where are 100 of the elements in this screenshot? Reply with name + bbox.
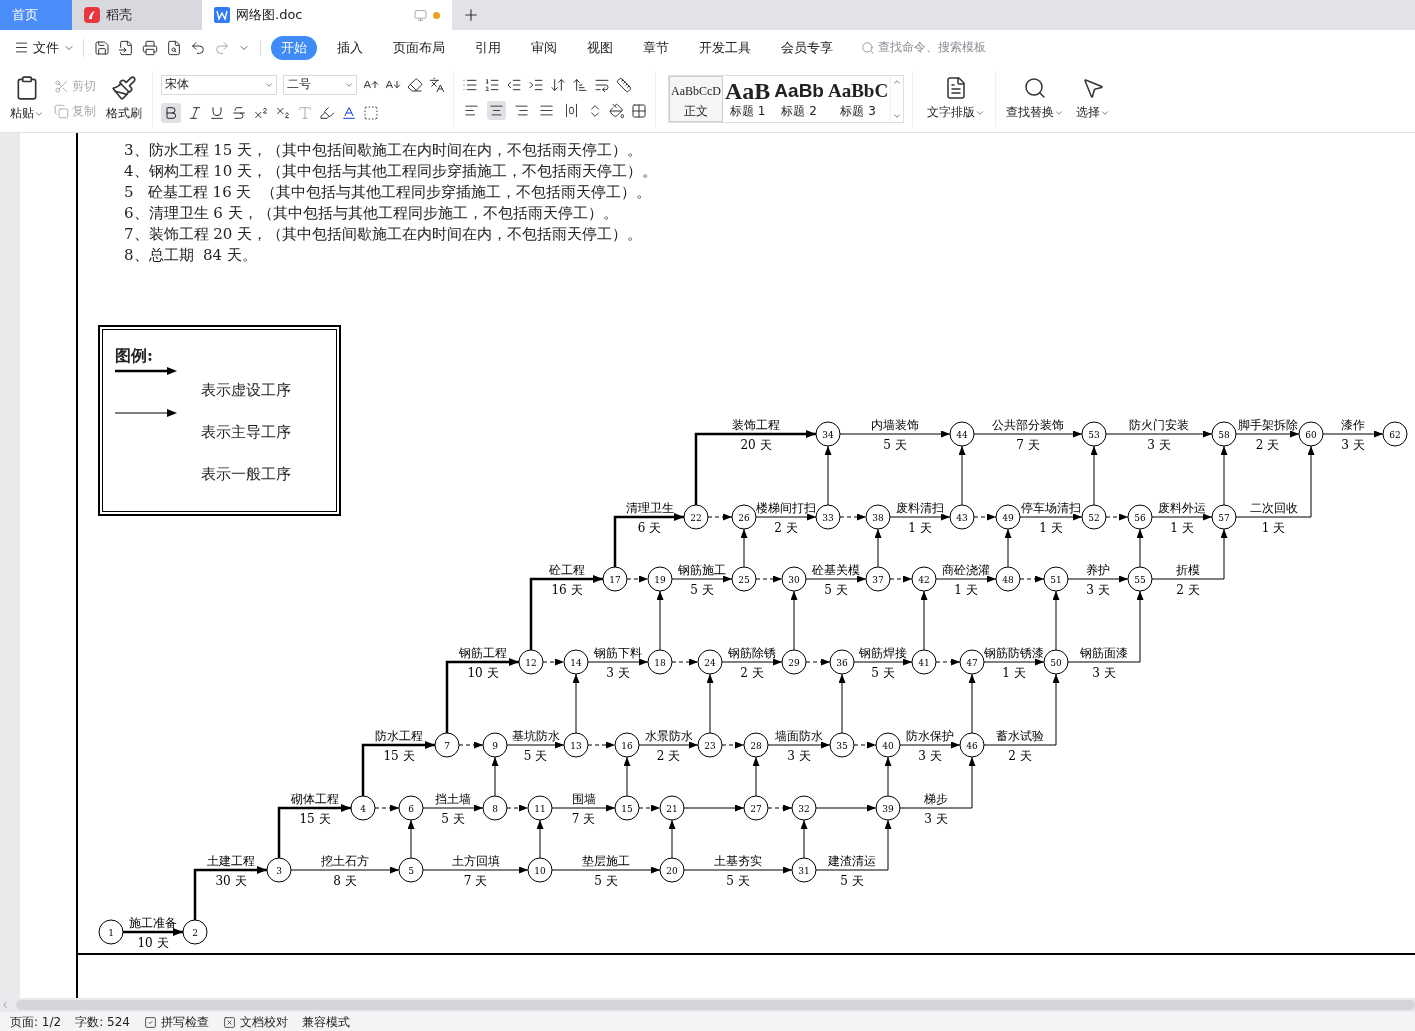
spell-check-button[interactable]: 拼写检查 xyxy=(143,1013,209,1031)
cross-box-icon[interactable] xyxy=(222,1015,236,1029)
event-node: 60 xyxy=(1298,421,1324,447)
arrow xyxy=(656,590,664,651)
ribbon-tab[interactable]: 章节 xyxy=(633,35,679,60)
dashed-arrow xyxy=(755,575,783,583)
event-node: 52 xyxy=(1081,504,1107,530)
preview-icon[interactable] xyxy=(166,39,182,56)
document-line: 6、清理卫生 6 天，（其中包括与其他工程同步施工，不包括雨天停工）。 xyxy=(124,203,619,224)
save-icon[interactable] xyxy=(94,39,110,56)
indent-icon[interactable] xyxy=(528,77,544,93)
ruler-icon[interactable] xyxy=(616,77,632,93)
duration-label: 5 天 xyxy=(726,874,750,888)
legend-label: 表示虚设工序 xyxy=(201,381,291,400)
event-node: 35 xyxy=(829,732,855,758)
document-tab[interactable]: 稻壳 xyxy=(72,0,202,30)
document-tab[interactable]: 网络图.doc xyxy=(202,0,452,30)
arrow xyxy=(491,756,499,797)
bullet-list-icon[interactable] xyxy=(462,77,478,93)
activity-label: 水景防水 xyxy=(644,729,693,743)
select-button[interactable]: 选择 xyxy=(1074,76,1113,121)
menu-icon[interactable] xyxy=(14,40,29,55)
ribbon-tab[interactable]: 引用 xyxy=(465,35,511,60)
event-node: 28 xyxy=(743,732,769,758)
event-node: 17 xyxy=(602,566,628,592)
dashed-arrow xyxy=(1019,575,1045,583)
font-color-icon[interactable] xyxy=(341,104,357,121)
arrow xyxy=(805,575,867,583)
text-layout-button[interactable]: 文字排版 xyxy=(925,76,988,121)
activity-label: 钢筋工程 xyxy=(459,646,507,660)
find-replace-button[interactable]: 查找替换 xyxy=(1004,76,1067,121)
activity-label: 蓄水试验 xyxy=(996,729,1044,743)
ribbon-tab[interactable]: 开发工具 xyxy=(689,35,761,60)
event-node: 37 xyxy=(865,566,891,592)
proofread-button[interactable]: 文档校对 xyxy=(222,1013,288,1031)
event-node: 58 xyxy=(1211,421,1237,447)
borders-icon[interactable] xyxy=(631,102,647,119)
duration-label: 1 天 xyxy=(1261,521,1286,535)
font-size-select[interactable]: 二号 xyxy=(283,74,357,95)
cursor-icon[interactable] xyxy=(1081,76,1106,100)
document-line: 3、防水工程 15 天，（其中包括间歇施工在内时间在内，不包括雨天停工）。 xyxy=(124,140,644,161)
italic-icon[interactable] xyxy=(187,104,203,121)
dashed-arrow xyxy=(889,575,913,583)
activity-label: 梯步 xyxy=(924,792,948,806)
paintbrush-icon[interactable] xyxy=(111,75,137,101)
shading-icon[interactable] xyxy=(609,102,625,119)
undo-icon[interactable] xyxy=(190,39,206,56)
word-count[interactable]: 字数: 524 xyxy=(75,1013,130,1031)
duration-label: 7 天 xyxy=(463,874,488,888)
command-search-field[interactable]: 查找命令、搜索模板 xyxy=(861,39,986,56)
font-select[interactable]: 宋体 xyxy=(161,74,277,95)
duration-label: 15 天 xyxy=(299,812,331,826)
file-menu[interactable]: 文件 xyxy=(14,38,84,57)
text-direction-icon[interactable] xyxy=(550,77,566,93)
duration-label: 5 天 xyxy=(824,583,848,597)
duration-label: 7 天 xyxy=(571,812,596,826)
arrow xyxy=(767,741,831,749)
event-node: 36 xyxy=(829,649,855,675)
activity-label: 漆作 xyxy=(1341,418,1365,432)
style-option[interactable]: AaBbCcD 正文 xyxy=(669,75,723,122)
sort-icon[interactable] xyxy=(572,77,588,93)
underline-icon[interactable] xyxy=(209,104,225,121)
event-node: 46 xyxy=(959,732,985,758)
ribbon-tab[interactable]: 页面布局 xyxy=(383,35,455,60)
dashed-arrow xyxy=(853,741,877,749)
numbered-list-icon[interactable] xyxy=(484,77,500,93)
outdent-icon[interactable] xyxy=(506,77,522,93)
phonetic-icon[interactable] xyxy=(429,76,445,93)
event-node: 43 xyxy=(949,504,975,530)
event-node: 30 xyxy=(781,566,807,592)
activity-label: 建渣清运 xyxy=(828,854,876,868)
check-box-icon[interactable] xyxy=(143,1015,157,1029)
page-count[interactable]: 页面: 1/2 xyxy=(10,1013,62,1031)
arrow xyxy=(1322,430,1384,438)
activity-label: 废料外运 xyxy=(1158,501,1206,515)
arrow xyxy=(983,658,1045,666)
format-painter-button[interactable]: 格式刷 xyxy=(104,75,144,122)
eraser-icon[interactable] xyxy=(407,76,423,93)
print-icon[interactable] xyxy=(142,39,158,56)
ribbon-tab[interactable]: 插入 xyxy=(327,35,373,60)
new-tab-icon[interactable] xyxy=(462,6,480,24)
arrow xyxy=(683,804,745,812)
highlighter-icon[interactable] xyxy=(319,104,335,121)
event-node: 1 xyxy=(98,919,124,945)
compat-mode[interactable]: 兼容模式 xyxy=(301,1013,350,1031)
duration-label: 1 天 xyxy=(1170,521,1194,535)
event-node: 53 xyxy=(1081,421,1107,447)
event-node: 18 xyxy=(647,649,673,675)
ribbon-tab[interactable]: 会员专享 xyxy=(771,35,843,60)
search-icon[interactable] xyxy=(1023,76,1048,100)
paste-button[interactable]: 粘贴 xyxy=(8,75,46,122)
activity-label: 停车场清扫 xyxy=(1021,501,1081,515)
char-border-icon[interactable] xyxy=(363,104,379,121)
duration-label: 3 天 xyxy=(924,812,948,826)
event-node: 14 xyxy=(563,649,589,675)
line-break-icon[interactable] xyxy=(594,77,610,93)
ribbon-tab[interactable]: 审阅 xyxy=(521,35,567,60)
export-icon[interactable] xyxy=(118,39,134,56)
ribbon-tab[interactable]: 视图 xyxy=(577,35,623,60)
strikethrough-icon[interactable] xyxy=(231,104,247,121)
